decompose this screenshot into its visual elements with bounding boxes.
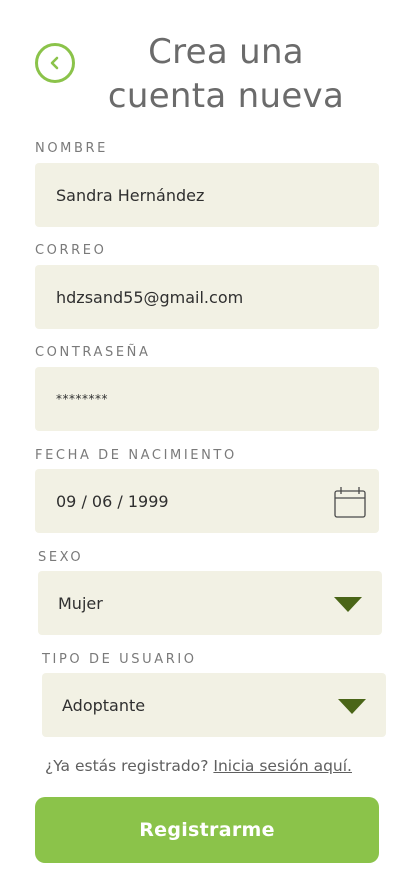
sex-label: SEXO (38, 550, 84, 565)
birthdate-field[interactable]: 09 / 06 / 1999 (35, 469, 379, 533)
user-type-select[interactable]: Adoptante (42, 673, 386, 737)
page-title: Crea una cuenta nueva (90, 30, 362, 118)
name-label: NOMBRE (35, 141, 108, 156)
login-link[interactable]: Inicia sesión aquí. (213, 757, 352, 775)
password-label: CONTRASEÑA (35, 345, 151, 360)
caret-down-icon (338, 699, 366, 714)
register-button[interactable]: Registrarme (35, 797, 379, 863)
page-title-line-1: Crea una (148, 32, 304, 72)
password-value: ******** (56, 392, 108, 406)
email-value: hdzsand55@gmail.com (56, 287, 244, 307)
sex-value: Mujer (58, 593, 103, 613)
name-field[interactable]: Sandra Hernández (35, 163, 379, 227)
calendar-icon[interactable] (334, 486, 366, 518)
chevron-left-icon (50, 56, 59, 70)
page-title-line-2: cuenta nueva (107, 76, 345, 116)
email-field[interactable]: hdzsand55@gmail.com (35, 265, 379, 329)
birthdate-value: 09 / 06 / 1999 (56, 491, 169, 511)
back-button[interactable] (35, 43, 75, 83)
sex-select[interactable]: Mujer (38, 571, 382, 635)
user-type-value: Adoptante (62, 695, 146, 715)
user-type-label: TIPO DE USUARIO (42, 652, 197, 667)
register-button-label: Registrarme (139, 819, 275, 841)
password-field[interactable]: ******** (35, 367, 379, 431)
login-prompt-text: ¿Ya estás registrado? (45, 757, 209, 775)
name-value: Sandra Hernández (56, 185, 205, 205)
birthdate-label: FECHA DE NACIMIENTO (35, 448, 237, 463)
login-prompt: ¿Ya estás registrado? Inicia sesión aquí… (45, 757, 352, 775)
caret-down-icon (334, 597, 362, 612)
email-label: CORREO (35, 243, 107, 258)
